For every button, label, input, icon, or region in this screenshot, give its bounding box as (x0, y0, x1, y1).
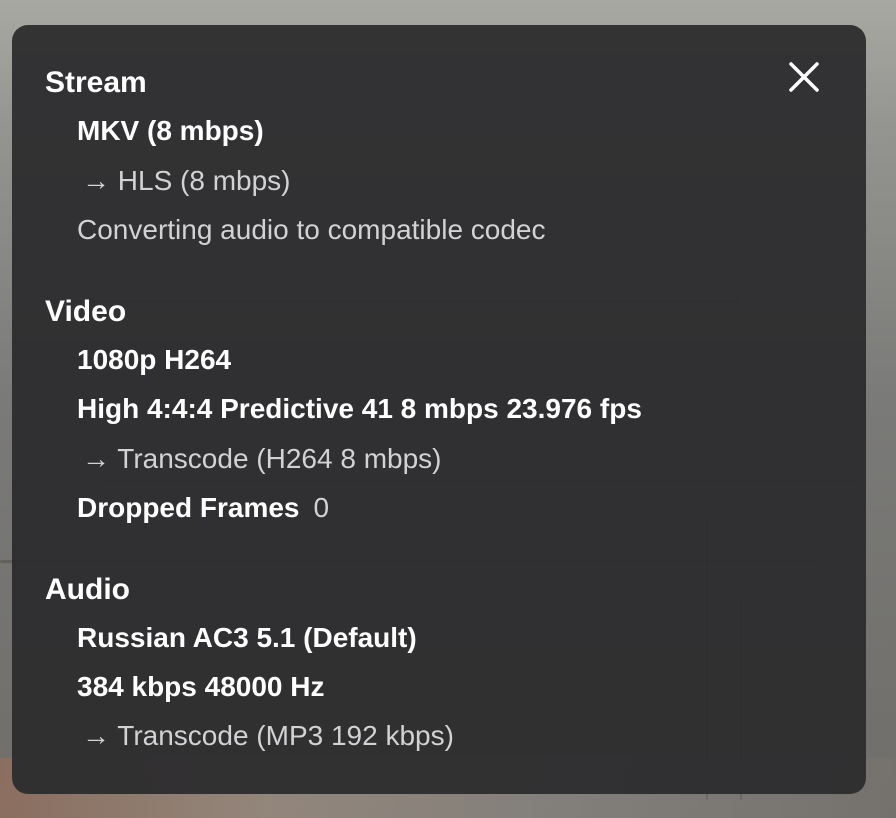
audio-details: 384 kbps 48000 Hz (77, 671, 325, 702)
video-format: 1080p H264 (77, 344, 232, 375)
stream-section-title: Stream (45, 66, 147, 99)
audio-section-title: Audio (45, 573, 130, 606)
dropped-frames-value: 0 (313, 492, 330, 523)
dropped-frames-row: Dropped Frames 0 (77, 491, 329, 525)
playback-info-panel: Stream MKV (8 mbps) → HLS (8 mbps) Conve… (12, 25, 866, 794)
video-output: → Transcode (H264 8 mbps) (82, 443, 442, 474)
video-profile: High 4:4:4 Predictive 41 8 mbps 23.976 f… (77, 393, 642, 424)
audio-output: → Transcode (MP3 192 kbps) (82, 720, 454, 751)
close-icon[interactable] (782, 55, 826, 99)
stream-note: Converting audio to compatible codec (77, 214, 546, 245)
audio-track: Russian AC3 5.1 (Default) (77, 622, 417, 653)
close-button[interactable] (782, 55, 826, 99)
stream-output: → HLS (8 mbps) (82, 165, 291, 196)
video-section-title: Video (45, 295, 127, 328)
stream-container: MKV (8 mbps) (77, 115, 264, 146)
dropped-frames-label: Dropped Frames (77, 492, 300, 523)
